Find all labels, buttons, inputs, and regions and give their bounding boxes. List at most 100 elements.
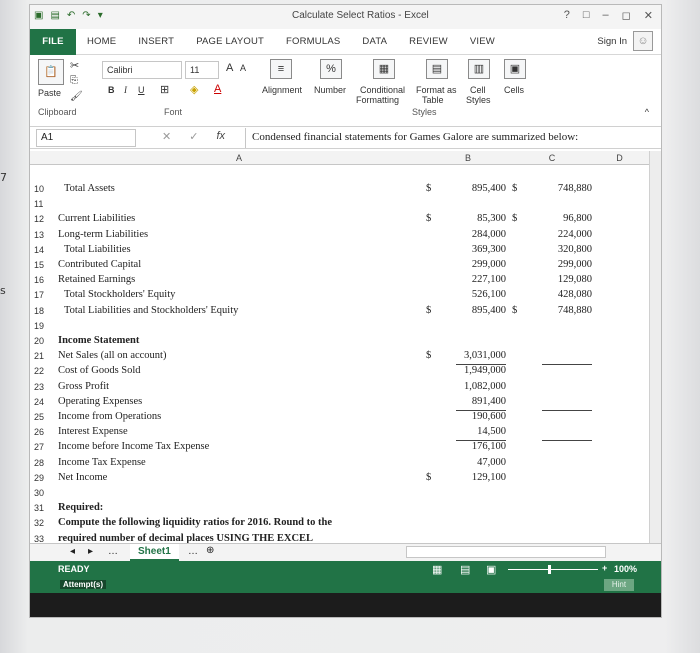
- cell-label[interactable]: Income Statement: [58, 335, 139, 346]
- cells-button[interactable]: Cells: [504, 85, 524, 95]
- customize-icon[interactable]: ▾: [98, 10, 103, 21]
- ribbon-display-icon[interactable]: □: [583, 9, 590, 22]
- tab-view[interactable]: VIEW: [459, 36, 506, 47]
- tab-review[interactable]: REVIEW: [398, 36, 459, 47]
- tab-page-layout[interactable]: PAGE LAYOUT: [185, 36, 275, 47]
- formula-input[interactable]: Condensed financial statements for Games…: [245, 128, 661, 148]
- column-header-b[interactable]: B: [422, 151, 514, 165]
- table-row[interactable]: 13 Long-term Liabilities 284,000 224,000: [30, 229, 630, 244]
- row-number[interactable]: 18: [34, 306, 52, 316]
- save-icon[interactable]: ▤: [50, 10, 59, 21]
- cell-value-c[interactable]: 748,880: [538, 183, 592, 194]
- cell-styles-icon[interactable]: ▥: [468, 59, 490, 79]
- font-color-icon[interactable]: A: [214, 83, 221, 95]
- enter-icon[interactable]: ✓: [189, 130, 198, 143]
- cell-value-c[interactable]: 320,800: [538, 244, 592, 255]
- row-number[interactable]: 31: [34, 503, 52, 513]
- row-number[interactable]: 32: [34, 518, 52, 528]
- cell-label[interactable]: Net Sales (all on account): [58, 350, 166, 361]
- format-as-table-label[interactable]: Table: [422, 95, 444, 105]
- table-row[interactable]: 24 Operating Expenses 891,400: [30, 396, 630, 411]
- tab-formulas[interactable]: FORMULAS: [275, 36, 351, 47]
- help-icon[interactable]: ?: [564, 9, 570, 22]
- tab-home[interactable]: HOME: [76, 36, 127, 47]
- borders-icon[interactable]: ⊞: [160, 83, 169, 96]
- close-icon[interactable]: ✕: [644, 9, 653, 22]
- row-number[interactable]: 29: [34, 473, 52, 483]
- cell-label[interactable]: Income Tax Expense: [58, 457, 146, 468]
- row-number[interactable]: 25: [34, 412, 52, 422]
- next-sheet-icon[interactable]: ▸: [88, 546, 93, 557]
- zoom-level[interactable]: 100%: [614, 564, 637, 574]
- normal-view-icon[interactable]: ▦: [432, 563, 442, 576]
- cell-value-b[interactable]: 526,100: [442, 289, 506, 300]
- paste-icon[interactable]: 📋: [38, 59, 64, 85]
- cell-value-b[interactable]: 299,000: [442, 259, 506, 270]
- table-row[interactable]: 28 Income Tax Expense 47,000: [30, 457, 630, 472]
- cell-value-b[interactable]: 14,500: [442, 426, 506, 437]
- zoom-slider-thumb[interactable]: [548, 565, 551, 574]
- hint-button[interactable]: Hint: [604, 579, 634, 591]
- table-row[interactable]: 16 Retained Earnings 227,100 129,080: [30, 274, 630, 289]
- undo-icon[interactable]: ↶: [67, 10, 75, 21]
- cell-value-c[interactable]: 748,880: [538, 305, 592, 316]
- row-number[interactable]: 27: [34, 442, 52, 452]
- row-number[interactable]: 22: [34, 366, 52, 376]
- cell-value-b[interactable]: 891,400: [442, 396, 506, 407]
- cell-value-b[interactable]: 895,400: [442, 183, 506, 194]
- row-number[interactable]: 28: [34, 458, 52, 468]
- row-number[interactable]: 10: [34, 184, 52, 194]
- row-number[interactable]: 24: [34, 397, 52, 407]
- cell-styles-label[interactable]: Styles: [466, 95, 491, 105]
- cell-value-b[interactable]: 227,100: [442, 274, 506, 285]
- font-name-select[interactable]: Calibri: [102, 61, 182, 79]
- cancel-icon[interactable]: ✕: [162, 130, 171, 143]
- attempts-label[interactable]: Attempt(s): [60, 580, 106, 589]
- cell-value-c[interactable]: 224,000: [538, 229, 592, 240]
- cell-label[interactable]: Total Assets: [64, 183, 115, 194]
- cell-label[interactable]: Gross Profit: [58, 381, 109, 392]
- grow-font-button[interactable]: A: [226, 62, 233, 74]
- table-row[interactable]: 14 Total Liabilities 369,300 320,800: [30, 244, 630, 259]
- format-as-table-button[interactable]: Format as: [416, 85, 457, 95]
- fill-color-icon[interactable]: ◈: [190, 83, 198, 96]
- table-row[interactable]: 32 Compute the following liquidity ratios…: [30, 517, 630, 532]
- conditional-formatting-icon[interactable]: ▦: [373, 59, 395, 79]
- table-row[interactable]: 23 Gross Profit 1,082,000: [30, 381, 630, 396]
- add-sheet-icon[interactable]: ⊕: [206, 545, 214, 556]
- cut-icon[interactable]: ✂: [70, 59, 79, 72]
- row-number[interactable]: 15: [34, 260, 52, 270]
- alignment-button[interactable]: Alignment: [262, 85, 302, 95]
- row-number[interactable]: 26: [34, 427, 52, 437]
- cell-label[interactable]: Income before Income Tax Expense: [58, 441, 209, 452]
- table-row[interactable]: 20 Income Statement: [30, 335, 630, 350]
- more-sheets-icon[interactable]: …: [188, 546, 198, 557]
- cell-value-b[interactable]: 284,000: [442, 229, 506, 240]
- row-number[interactable]: 21: [34, 351, 52, 361]
- table-row[interactable]: 18 Total Liabilities and Stockholders' Eq…: [30, 305, 630, 320]
- cell-label[interactable]: Current Liabilities: [58, 213, 135, 224]
- more-sheets-icon[interactable]: …: [108, 546, 118, 557]
- table-row[interactable]: 11: [30, 198, 630, 213]
- cell-value-b[interactable]: 190,600: [442, 411, 506, 422]
- minimize-icon[interactable]: –: [603, 9, 609, 22]
- table-row[interactable]: 21 Net Sales (all on account) $3,031,000: [30, 350, 630, 365]
- cell-label[interactable]: Contributed Capital: [58, 259, 141, 270]
- row-number[interactable]: 13: [34, 230, 52, 240]
- redo-icon[interactable]: ↷: [82, 10, 90, 21]
- cell-label[interactable]: Compute the following liquidity ratios f…: [58, 517, 332, 528]
- cell-label[interactable]: Net Income: [58, 472, 107, 483]
- fx-button[interactable]: fx: [216, 130, 225, 143]
- column-header-a[interactable]: A: [56, 151, 422, 165]
- font-size-select[interactable]: 11: [185, 61, 219, 79]
- cell-label[interactable]: required number of decimal places USING …: [58, 533, 313, 544]
- sheet-tab[interactable]: Sheet1: [130, 544, 179, 561]
- cell-label[interactable]: Operating Expenses: [58, 396, 142, 407]
- table-row[interactable]: 12 Current Liabilities $85,300 $96,800: [30, 213, 630, 228]
- cell-value-b[interactable]: 129,100: [442, 472, 506, 483]
- page-break-view-icon[interactable]: ▣: [486, 563, 496, 576]
- cell-label[interactable]: Total Stockholders' Equity: [64, 289, 175, 300]
- cell-label[interactable]: Required:: [58, 502, 103, 513]
- collapse-ribbon-icon[interactable]: ^: [645, 107, 649, 117]
- cell-value-b[interactable]: 369,300: [442, 244, 506, 255]
